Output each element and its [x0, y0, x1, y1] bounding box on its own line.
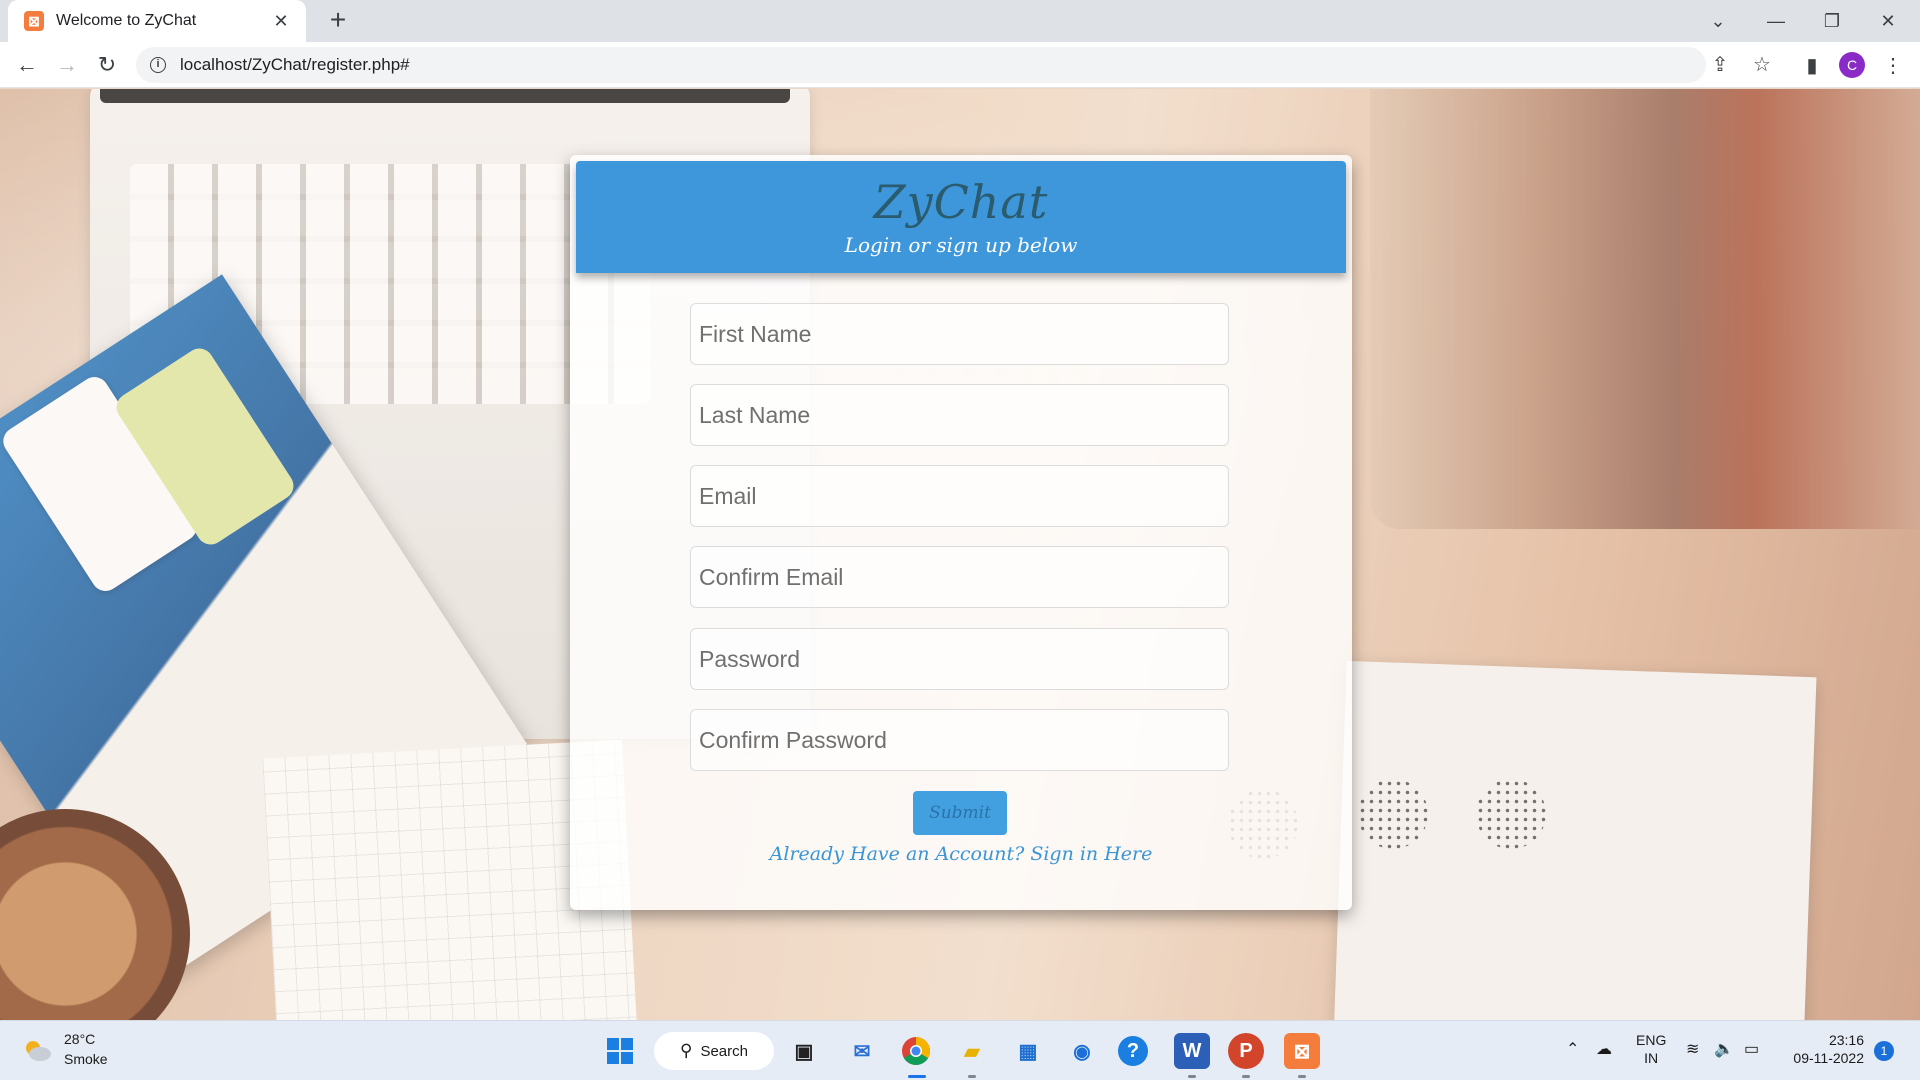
windows-start-icon[interactable] [602, 1033, 638, 1069]
xampp-icon: ⊠ [24, 11, 44, 31]
clock-time: 23:16 [1828, 1032, 1864, 1048]
app-icon[interactable]: ◉ [1064, 1033, 1100, 1069]
weather-haze-icon[interactable] [22, 1037, 52, 1063]
confirm-email-input[interactable] [690, 546, 1229, 608]
menu-kebab-icon[interactable]: ⋮ [1876, 49, 1910, 83]
clock-date: 09-11-2022 [1793, 1050, 1864, 1066]
browser-tab[interactable]: ⊠ Welcome to ZyChat ✕ [8, 0, 306, 42]
word-running-indicator [1188, 1075, 1196, 1078]
explorer-running-indicator [968, 1075, 976, 1078]
microsoft-store-icon[interactable]: ▦ [1010, 1033, 1046, 1069]
browser-toolbar: ← → ↻ i localhost/ZyChat/register.php# ⇪… [0, 42, 1920, 88]
show-hidden-icons-icon[interactable]: ⌃ [1566, 1039, 1579, 1059]
language-indicator[interactable]: ENG IN [1636, 1031, 1666, 1067]
minimize-button[interactable]: — [1754, 4, 1798, 38]
weather-temperature[interactable]: 28°C [64, 1031, 95, 1047]
xampp-running-indicator [1298, 1075, 1306, 1078]
email-input[interactable] [690, 465, 1229, 527]
close-window-button[interactable]: ✕ [1866, 4, 1910, 38]
weather-description[interactable]: Smoke [64, 1051, 108, 1067]
wifi-icon[interactable]: ≋ [1686, 1039, 1699, 1059]
mail-icon[interactable]: ✉ [844, 1033, 880, 1069]
first-name-input[interactable] [690, 303, 1229, 365]
volume-icon[interactable]: 🔈 [1714, 1039, 1734, 1059]
xampp-icon[interactable]: ⊠ [1284, 1033, 1320, 1069]
restore-button[interactable]: ❐ [1810, 4, 1854, 38]
side-panel-icon[interactable]: ▮ [1795, 49, 1829, 83]
reload-button[interactable]: ↻ [90, 49, 124, 83]
password-input[interactable] [690, 628, 1229, 690]
back-button[interactable]: ← [10, 49, 44, 83]
taskbar: 28°C Smoke ⚲ Search ▣ ✉ ▰ ▦ ◉ ? W P ⊠ ⌃ … [0, 1020, 1920, 1080]
word-icon[interactable]: W [1174, 1033, 1210, 1069]
onedrive-cloud-icon[interactable]: ☁ [1596, 1039, 1612, 1059]
confirm-password-input[interactable] [690, 709, 1229, 771]
submit-button[interactable]: Submit [913, 791, 1007, 835]
bookmark-star-icon[interactable]: ☆ [1744, 47, 1780, 83]
tab-title: Welcome to ZyChat [56, 12, 197, 29]
powerpoint-running-indicator [1242, 1075, 1250, 1078]
browser-tab-bar: ⊠ Welcome to ZyChat ✕ + ⌄ — ❐ ✕ [0, 0, 1920, 42]
last-name-input[interactable] [690, 384, 1229, 446]
address-bar[interactable]: i localhost/ZyChat/register.php# ⇪ ☆ [136, 47, 1771, 83]
site-info-icon[interactable]: i [150, 57, 166, 73]
new-tab-button[interactable]: + [322, 5, 354, 37]
register-card: ZyChat Login or sign up below Submit Alr… [570, 155, 1352, 910]
sign-in-link[interactable]: Already Have an Account? Sign in Here [570, 843, 1352, 865]
chrome-running-indicator [908, 1075, 926, 1078]
taskbar-search-label: Search [700, 1042, 748, 1060]
url-text[interactable]: localhost/ZyChat/register.php# [180, 55, 410, 75]
chrome-icon[interactable] [898, 1033, 934, 1069]
forward-button[interactable]: → [50, 49, 84, 83]
help-icon[interactable]: ? [1118, 1036, 1148, 1066]
language-region: IN [1644, 1050, 1659, 1066]
battery-icon[interactable]: ▭ [1744, 1039, 1759, 1059]
card-header: ZyChat Login or sign up below [576, 161, 1346, 273]
search-icon: ⚲ [680, 1041, 693, 1060]
system-clock[interactable]: 23:16 09-11-2022 [1784, 1031, 1864, 1067]
profile-avatar[interactable]: C [1839, 52, 1865, 78]
file-explorer-icon[interactable]: ▰ [954, 1033, 990, 1069]
tab-close-icon[interactable]: ✕ [270, 11, 292, 32]
brand-title: ZyChat [873, 175, 1049, 229]
tab-search-chevron-icon[interactable]: ⌄ [1696, 4, 1740, 38]
brand-tagline: Login or sign up below [844, 233, 1078, 257]
powerpoint-icon[interactable]: P [1228, 1033, 1264, 1069]
notification-badge[interactable]: 1 [1874, 1041, 1894, 1061]
share-icon[interactable]: ⇪ [1702, 47, 1738, 83]
language-code: ENG [1636, 1032, 1667, 1048]
task-view-icon[interactable]: ▣ [786, 1033, 822, 1069]
page-viewport: ZyChat Login or sign up below Submit Alr… [0, 89, 1920, 1020]
taskbar-search[interactable]: ⚲ Search [654, 1032, 774, 1070]
